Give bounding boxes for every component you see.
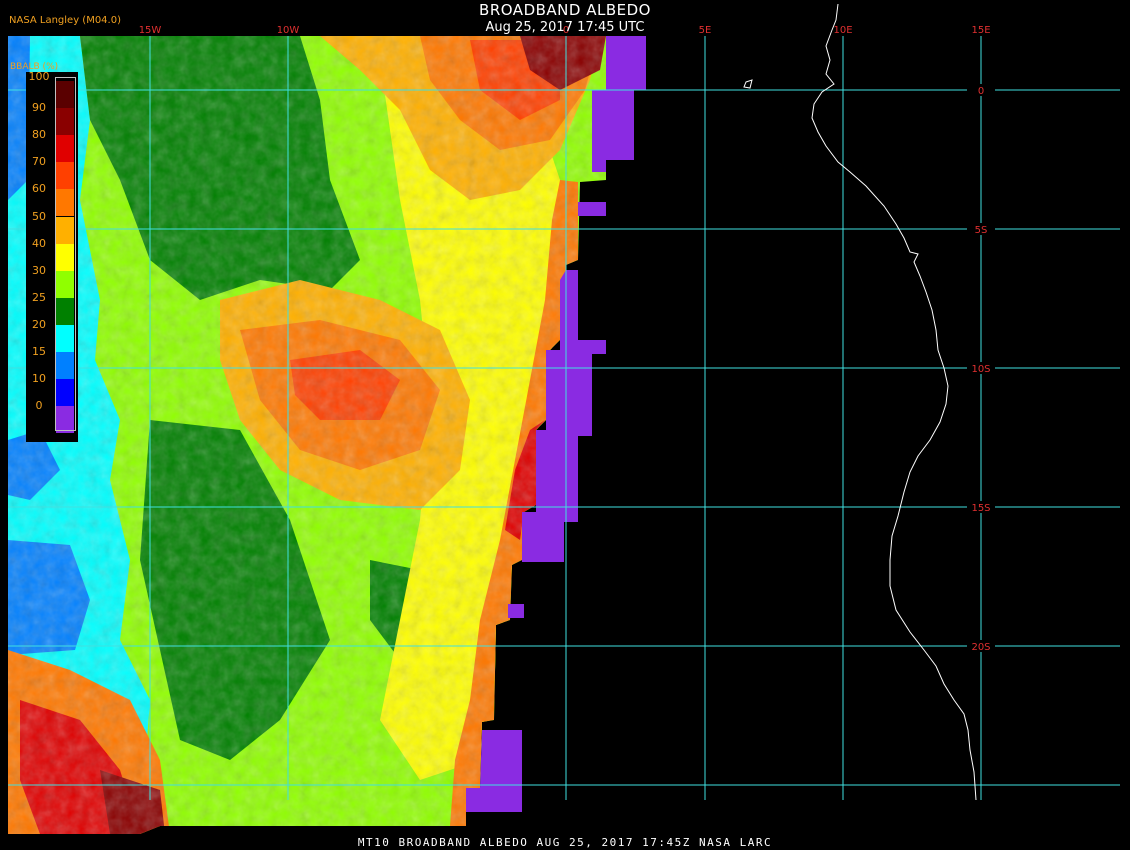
satellite-map-view: 15W 10W 0 5E 10E 15E 0 5S 10S 15S 20S NASA Langley… xyxy=(0,0,1130,850)
latitude-label: 20S xyxy=(971,642,990,653)
coastline xyxy=(811,3,977,801)
legend-label: 100 xyxy=(28,70,50,83)
legend-label: 60 xyxy=(32,182,46,196)
legend-label: 80 xyxy=(32,128,46,142)
albedo-field xyxy=(8,36,606,834)
map-title: BROADBAND ALBEDO xyxy=(479,1,651,19)
legend-label: 30 xyxy=(32,263,46,277)
island-outline xyxy=(743,79,753,89)
legend-label: 20 xyxy=(32,317,46,331)
legend-label: 90 xyxy=(32,101,46,115)
latitude-label: 10S xyxy=(971,364,990,375)
albedo-map: 15W 10W 0 5E 10E 15E05S10S15S20S xyxy=(8,3,1120,834)
map-timestamp: Aug 25, 2017 17:45 UTC xyxy=(485,20,645,35)
legend-label: 25 xyxy=(32,290,46,304)
legend-label: 0 xyxy=(35,399,43,413)
legend-label: 70 xyxy=(32,155,46,169)
legend-label: 50 xyxy=(32,209,46,223)
latitude-label: 5S xyxy=(975,225,988,236)
legend-label: 40 xyxy=(32,236,46,250)
legend-label: 10 xyxy=(32,372,46,386)
legend-bar-border xyxy=(55,77,76,432)
footer-caption: MT10 BROADBAND ALBEDO AUG 25, 2017 17:45… xyxy=(357,836,773,849)
latitude-label: 0 xyxy=(978,86,984,97)
legend-label: 15 xyxy=(32,345,46,358)
latitude-label: 15S xyxy=(971,503,990,514)
